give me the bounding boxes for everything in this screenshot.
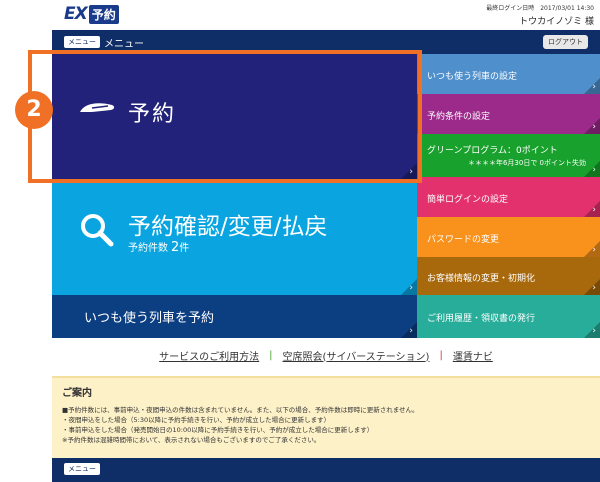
notice-line: ■予約件数には、事前申込・夜間申込の件数は含まれていません。また、以下の場合、予… xyxy=(62,406,419,414)
bottom-navbar: メニュー xyxy=(52,458,600,482)
side-item-easy-login[interactable]: 簡単ログインの設定 › xyxy=(417,177,600,217)
side-item-label: パスワードの変更 xyxy=(427,235,500,245)
logout-button[interactable]: ログアウト xyxy=(543,35,588,49)
notice-line: ・夜間申込をした場合（5:30以降に予約手続きを行い、予約が成立した場合に更新し… xyxy=(62,416,331,424)
side-item-label: お客様情報の変更・初期化 xyxy=(427,274,536,284)
side-item-usual-train-settings[interactable]: いつも使う列車の設定 › xyxy=(417,54,600,94)
side-item-label: グリーンプログラム：0ポイント xyxy=(427,146,558,156)
side-item-reservation-conditions[interactable]: 予約条件の設定 › xyxy=(417,94,600,134)
logo-ex-text: EX xyxy=(64,4,88,24)
reservation-count-prefix: 予約件数 xyxy=(128,243,168,254)
ex-yoyaku-logo[interactable]: EX 予約 xyxy=(64,4,119,24)
side-item-label: いつも使う列車の設定 xyxy=(427,72,518,82)
reservation-check-tile[interactable]: 予約確認/変更/払戻 予約件数 2件 › xyxy=(52,179,417,295)
page-title: メニュー xyxy=(104,39,144,50)
link-fare-navi[interactable]: 運賃ナビ xyxy=(453,348,493,363)
footer-links: サービスのご利用方法 | 空席照会(サイバーステーション) | 運賃ナビ xyxy=(52,340,600,370)
notice-line: ※予約件数は混雑時間帯において、表示されない場合もございますのでご了承ください。 xyxy=(62,436,321,444)
side-item-usage-history[interactable]: ご利用履歴・領収書の発行 › xyxy=(417,295,600,338)
side-item-label: 予約条件の設定 xyxy=(427,112,491,122)
side-item-label: 簡単ログインの設定 xyxy=(427,195,509,205)
chevron-right-icon: › xyxy=(592,165,596,175)
user-name: トウカイノゾミ 様 xyxy=(519,17,594,27)
notice-title: ご案内 xyxy=(62,388,92,399)
usual-train-reserve-tile[interactable]: いつも使う列車を予約 › xyxy=(52,295,417,338)
side-item-label: ご利用履歴・領収書の発行 xyxy=(427,314,536,324)
chevron-right-icon: › xyxy=(592,122,596,132)
menu-breadcrumb-button[interactable]: メニュー xyxy=(64,36,100,48)
link-seat-availability[interactable]: 空席照会(サイバーステーション) xyxy=(283,348,430,363)
chevron-right-icon: › xyxy=(592,205,596,215)
notice-box: ご案内 ■予約件数には、事前申込・夜間申込の件数は含まれていません。また、以下の… xyxy=(52,376,600,458)
chevron-right-icon: › xyxy=(592,245,596,255)
green-points-expiry: ＊＊＊＊年6月30日で 0ポイント失効 xyxy=(467,159,586,167)
logo-yoyaku-text: 予約 xyxy=(88,4,119,24)
side-item-password-change[interactable]: パスワードの変更 › xyxy=(417,217,600,257)
last-login-datetime: 最終ログイン日時 2017/03/01 14:30 xyxy=(486,5,594,12)
footer-menu-button[interactable]: メニュー xyxy=(64,463,100,475)
reservation-check-label: 予約確認/変更/払戻 xyxy=(128,214,328,240)
chevron-right-icon: › xyxy=(592,82,596,92)
side-item-green-program[interactable]: グリーンプログラム：0ポイント ＊＊＊＊年6月30日で 0ポイント失効 › xyxy=(417,134,600,177)
step-number-badge: 2 xyxy=(15,91,53,129)
chevron-right-icon: › xyxy=(409,326,413,336)
side-item-customer-info[interactable]: お客様情報の変更・初期化 › xyxy=(417,257,600,295)
link-separator: | xyxy=(269,349,273,361)
reservation-count-unit: 件 xyxy=(179,243,190,254)
site-header: EX 予約 最終ログイン日時 2017/03/01 14:30 トウカイノゾミ … xyxy=(52,0,600,30)
link-service-guide[interactable]: サービスのご利用方法 xyxy=(159,348,259,363)
chevron-right-icon: › xyxy=(592,283,596,293)
user-info: 最終ログイン日時 2017/03/01 14:30 トウカイノゾミ 様 xyxy=(486,3,594,27)
search-icon xyxy=(81,214,114,247)
link-separator: | xyxy=(439,349,443,361)
reservation-count: 予約件数 2件 xyxy=(128,239,189,255)
step-highlight-frame xyxy=(28,50,422,183)
notice-lines: ■予約件数には、事前申込・夜間申込の件数は含まれていません。また、以下の場合、予… xyxy=(62,405,419,445)
notice-line: ・事前申込をした場合（発売開始日の10:00以降に予約手続きを行い、予約が成立し… xyxy=(62,426,374,434)
chevron-right-icon: › xyxy=(409,283,413,293)
usual-train-reserve-label: いつも使う列車を予約 xyxy=(84,311,215,326)
chevron-right-icon: › xyxy=(592,326,596,336)
